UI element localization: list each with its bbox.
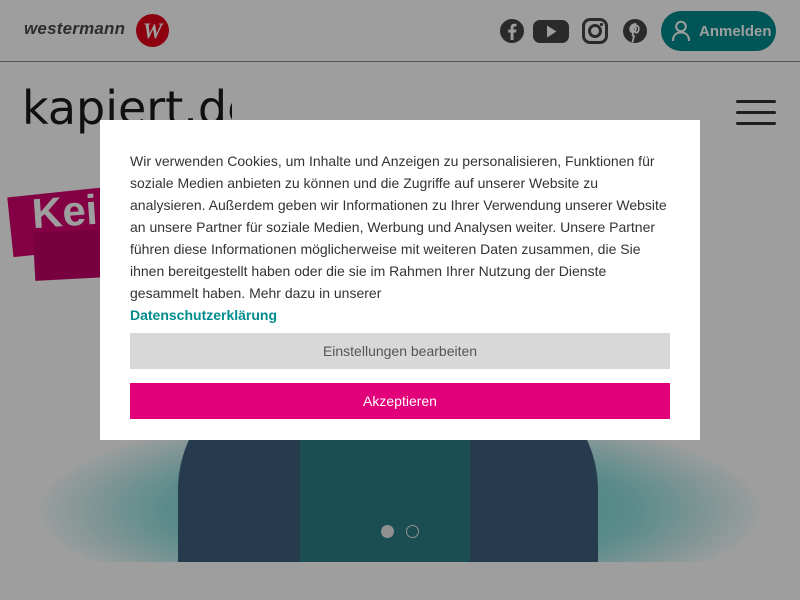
cookie-message: Wir verwenden Cookies, um Inhalte und An… xyxy=(130,153,667,301)
accept-button[interactable]: Akzeptieren xyxy=(130,383,670,419)
edit-settings-button[interactable]: Einstellungen bearbeiten xyxy=(130,333,670,369)
privacy-policy-link[interactable]: Datenschutzerklärung xyxy=(130,304,670,326)
cookie-consent-dialog: Wir verwenden Cookies, um Inhalte und An… xyxy=(100,120,700,440)
